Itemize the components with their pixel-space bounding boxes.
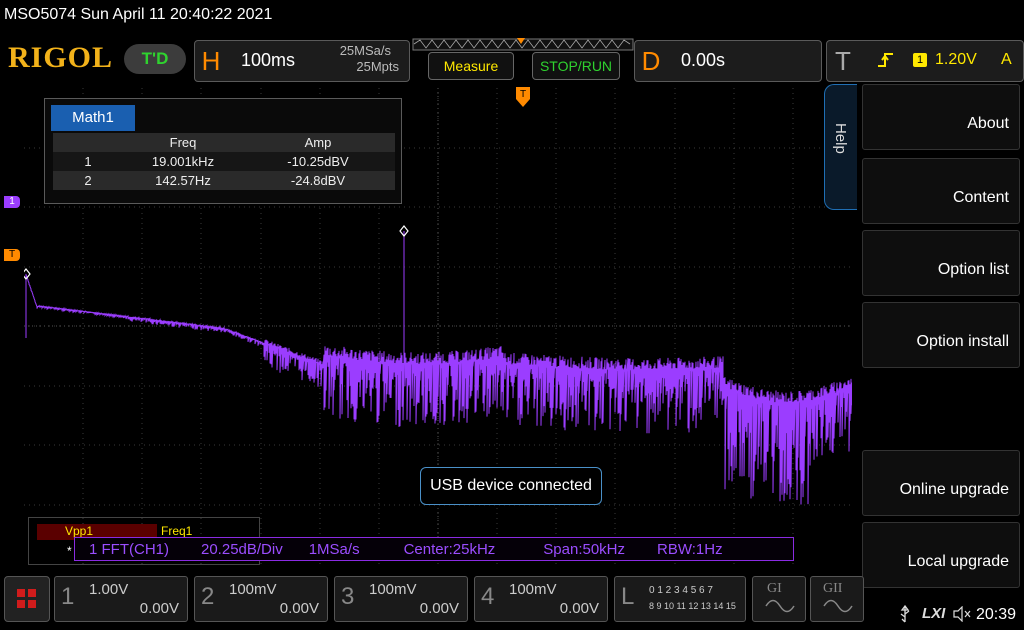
row-index: 2 [84,173,92,188]
svg-text:T: T [520,89,526,100]
menu-option-list-button[interactable]: Option list [862,230,1020,296]
row-freq: 142.57Hz [155,173,211,188]
menu-local-upgrade-button[interactable]: Local upgrade [862,522,1020,588]
generator-2-label: GII [823,581,843,596]
help-tab-label: Help [832,123,849,154]
channel-1-offset: 0.00V [139,600,179,617]
trigger-level: 1.20V [935,51,977,68]
fft-info-bar[interactable]: 1 FFT(CH1) 20.25dB/Div 1MSa/s Center:25k… [74,537,794,561]
trigger-source-badge: 1 [913,53,927,67]
channel-1-number: 1 [61,583,75,610]
row-freq: 19.001kHz [151,154,215,169]
ch1-offset-marker[interactable]: 1 [4,196,20,208]
rigol-logo: RIGOL [8,41,114,74]
fft-source: 1 FFT(CH1) [89,540,169,558]
delay-value: 0.00s [681,50,726,70]
fft-center: Center:25kHz [403,540,496,558]
help-tab[interactable]: Help [824,84,857,210]
sample-rate: 25MSa/s [339,43,391,58]
memory-overview-strip[interactable] [412,38,634,52]
fft-span: Span:50kHz [543,540,626,558]
timebase-value: 100ms [241,50,296,70]
fft-rate: 1MSa/s [308,540,360,558]
logic-bits-row1: 0 1 2 3 4 5 6 7 [649,585,713,596]
delay-panel[interactable]: D 0.00s [634,40,822,82]
generator-1-box[interactable]: GI [752,576,806,622]
stop-run-button[interactable]: STOP/RUN [532,52,620,80]
logic-analyzer-box[interactable]: L 0 1 2 3 4 5 6 7 8 9 10 11 12 13 14 15 [614,576,746,622]
channel-4-scale: 100mV [509,581,557,598]
channel-4-number: 4 [481,583,495,610]
channel-2-number: 2 [201,583,215,610]
fft-rbw: RBW:1Hz [657,540,723,558]
channel-4-offset: 0.00V [559,600,599,617]
channel-4-box[interactable]: 4 100mV 0.00V [474,576,608,622]
table-row: 2 142.57Hz -24.8dBV [53,171,395,190]
menu-option-install-button[interactable]: Option install [862,302,1020,368]
table-row: 1 19.001kHz -10.25dBV [53,152,395,171]
channel-3-box[interactable]: 3 100mV 0.00V [334,576,468,622]
logic-bits-row2: 8 9 10 11 12 13 14 15 [649,601,736,611]
generator-2-box[interactable]: GII [810,576,864,622]
trigger-level-marker[interactable]: T [4,249,20,261]
horizontal-panel[interactable]: H 100ms 25MSa/s 25Mpts [194,40,410,82]
window-title: MSO5074 Sun April 11 20:40:22 2021 [4,6,273,23]
side-menu: About Content Option list Option install… [858,80,1024,588]
channel-2-scale: 100mV [229,581,277,598]
trigger-panel[interactable]: T 1 1.20V A [826,40,1024,82]
peak-marker-2 [24,268,31,280]
math-results-table: Freq Amp 1 19.001kHz -10.25dBV 2 142.57H… [53,133,395,190]
menu-content-label: Content [952,189,1009,206]
row-amp: -24.8dBV [290,173,346,188]
lxi-logo: LXI [922,605,946,622]
channel-2-offset: 0.00V [279,600,319,617]
menu-online-upgrade-label: Online upgrade [899,481,1009,498]
row-index: 1 [84,154,92,169]
grid-menu-icon [17,589,36,608]
clock-time: 20:39 [976,606,1017,623]
channel-2-box[interactable]: 2 100mV 0.00V [194,576,328,622]
measure-star: * [67,544,72,558]
menu-about-label: About [967,115,1009,132]
usb-icon [900,604,910,623]
speaker-muted-icon[interactable] [952,606,972,622]
trigger-mode: A [1001,51,1012,68]
logic-label: L [621,583,635,610]
memory-depth: 25Mpts [356,59,399,74]
table-header: Freq Amp [53,133,395,152]
usb-notification: USB device connected [420,467,602,505]
menu-option-install-label: Option install [916,333,1010,350]
measure-button[interactable]: Measure [428,52,514,80]
triggered-badge: T'D [124,44,186,74]
home-menu-button[interactable] [4,576,50,622]
sine-wave-icon [823,599,853,613]
row-amp: -10.25dBV [287,154,349,169]
channel-3-offset: 0.00V [419,600,459,617]
horizontal-label: H [201,46,221,76]
math-results-window[interactable]: Math1 Freq Amp 1 19.001kHz -10.25dBV 2 1… [44,98,402,204]
header-amp: Amp [304,135,332,150]
menu-option-list-label: Option list [937,261,1009,278]
math1-tab[interactable]: Math1 [51,105,135,131]
fft-scale: 20.25dB/Div [201,540,283,558]
trigger-label: T [835,46,851,76]
menu-local-upgrade-label: Local upgrade [907,553,1009,570]
sine-wave-icon [765,599,795,613]
channel-1-scale: 1.00V [89,581,129,598]
channel-1-box[interactable]: 1 1.00V 0.00V [54,576,188,622]
rising-edge-icon [878,53,893,67]
channel-3-number: 3 [341,583,355,610]
menu-online-upgrade-button[interactable]: Online upgrade [862,450,1020,516]
generator-1-label: GI [767,581,782,596]
delay-label: D [641,46,661,76]
trigger-position-marker[interactable]: T [515,86,531,108]
menu-content-button[interactable]: Content [862,158,1020,224]
header-freq: Freq [169,135,197,150]
channel-3-scale: 100mV [369,581,417,598]
fft-trace [25,231,852,505]
menu-about-button[interactable]: About [862,84,1020,150]
